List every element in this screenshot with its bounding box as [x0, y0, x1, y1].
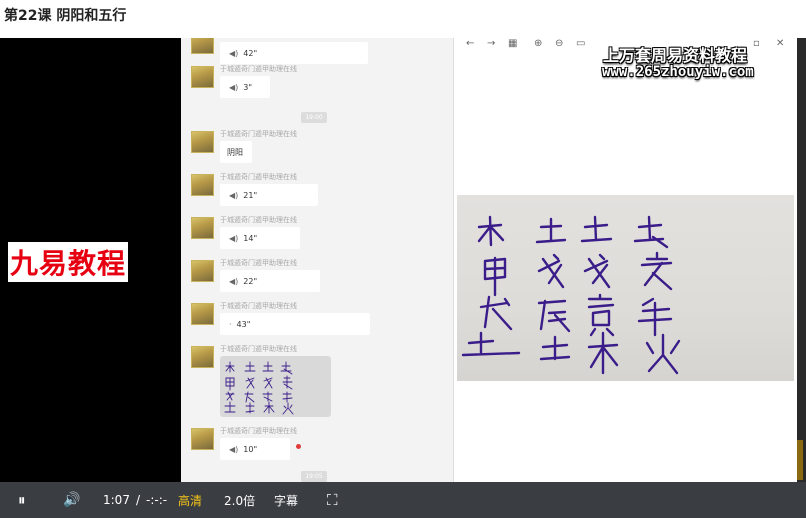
voice-duration: 3" [243, 82, 253, 92]
text-bubble[interactable]: 阴阳 [220, 141, 252, 163]
handwritten-characters [461, 215, 681, 375]
voice-bubble[interactable]: ◀) 22" [220, 270, 320, 292]
total-time: -:-:- [146, 493, 168, 507]
side-strip [797, 38, 806, 482]
sender-name: 于城遁奇门遁甲助理在线 [220, 216, 297, 224]
video-player[interactable]: 九易教程 ◀) 42" 于城遁奇门遁甲助理在线 ◀) 3" 19:00 于城遁奇… [0, 38, 806, 518]
grid-icon[interactable]: ▦ [508, 38, 517, 49]
speed-button[interactable]: 2.0倍 [224, 482, 255, 518]
speaker-icon: · [229, 319, 232, 329]
zoom-out-icon[interactable]: ⊖ [555, 38, 563, 49]
timestamp: 19:05 [301, 471, 327, 482]
speaker-icon: ◀) [229, 190, 239, 200]
chat-panel[interactable]: ◀) 42" 于城遁奇门遁甲助理在线 ◀) 3" 19:00 于城遁奇门遁甲助理… [181, 38, 453, 518]
unread-dot [296, 444, 301, 449]
voice-bubble[interactable]: ◀) 42" [220, 42, 368, 64]
overlay-url: www.265zhouyiw.com [602, 64, 754, 80]
sender-name: 于城遁奇门遁甲助理在线 [220, 302, 297, 310]
speaker-icon: ◀) [229, 444, 239, 454]
watermark-badge: 九易教程 [8, 242, 129, 282]
handwritten-note-image [457, 195, 794, 381]
control-bar: ⏸ 🔊 1:07 / -:-:- 高清 2.0倍 字幕 ⛶ [0, 482, 806, 518]
sender-name: 于城遁奇门遁甲助理在线 [220, 427, 297, 435]
avatar [191, 428, 214, 450]
document-viewer[interactable]: ← → ▦ ⊕ ⊖ ▭ ▫ ✕ 上万套周易资料教程 www.265zhouyiw… [453, 38, 798, 482]
back-icon[interactable]: ← [466, 38, 474, 49]
voice-bubble[interactable]: ◀) 21" [220, 184, 318, 206]
avatar [191, 66, 214, 88]
time-separator: / [135, 493, 140, 507]
current-time: 1:07 [103, 493, 130, 507]
sender-name: 于城遁奇门遁甲助理在线 [220, 130, 297, 138]
avatar [191, 260, 214, 282]
avatar [191, 217, 214, 239]
subtitle-button[interactable]: 字幕 [274, 482, 298, 518]
fullscreen-button[interactable]: ⛶ [327, 482, 338, 518]
side-strip-marker [797, 440, 803, 480]
close-icon[interactable]: ✕ [776, 38, 784, 49]
fullscreen-icon: ⛶ [327, 491, 338, 509]
volume-icon: 🔊 [63, 492, 81, 508]
voice-bubble[interactable]: ◀) 10" [220, 438, 290, 460]
timestamp: 19:00 [301, 112, 327, 123]
sender-name: 于城遁奇门遁甲助理在线 [220, 259, 297, 267]
restore-icon[interactable]: ▫ [753, 38, 760, 49]
sender-name: 于城遁奇门遁甲助理在线 [220, 173, 297, 181]
avatar [191, 131, 214, 153]
message-text: 阴阳 [227, 147, 243, 157]
avatar [191, 38, 214, 54]
handwriting-thumbnail [224, 361, 294, 415]
voice-bubble[interactable]: ◀) 3" [220, 76, 270, 98]
avatar [191, 303, 214, 325]
quality-button[interactable]: 高清 [178, 482, 202, 518]
pause-button[interactable]: ⏸ [18, 482, 26, 518]
voice-duration: 10" [243, 444, 258, 454]
voice-duration: 22" [243, 276, 258, 286]
sender-name: 于城遁奇门遁甲助理在线 [220, 65, 297, 73]
speaker-icon: ◀) [229, 82, 239, 92]
fit-icon[interactable]: ▭ [576, 38, 585, 49]
speaker-icon: ◀) [229, 233, 239, 243]
avatar [191, 174, 214, 196]
voice-bubble[interactable]: ◀) 14" [220, 227, 300, 249]
image-thumbnail[interactable] [220, 356, 331, 417]
voice-duration: 43" [236, 319, 251, 329]
zoom-in-icon[interactable]: ⊕ [534, 38, 542, 49]
voice-duration: 21" [243, 190, 258, 200]
forward-icon[interactable]: → [487, 38, 495, 49]
volume-button[interactable]: 🔊 [63, 482, 80, 518]
voice-duration: 42" [243, 48, 258, 58]
sender-name: 于城遁奇门遁甲助理在线 [220, 345, 297, 353]
voice-duration: 14" [243, 233, 258, 243]
page-title: 第22课 阴阳和五行 [4, 8, 127, 24]
avatar [191, 346, 214, 368]
overlay-title: 上万套周易资料教程 [603, 46, 748, 65]
speaker-icon: ◀) [229, 48, 239, 58]
speaker-icon: ◀) [229, 276, 239, 286]
time-display: 1:07 / -:-:- [103, 482, 167, 518]
pause-icon: ⏸ [18, 491, 26, 509]
voice-bubble[interactable]: · 43" [220, 313, 370, 335]
